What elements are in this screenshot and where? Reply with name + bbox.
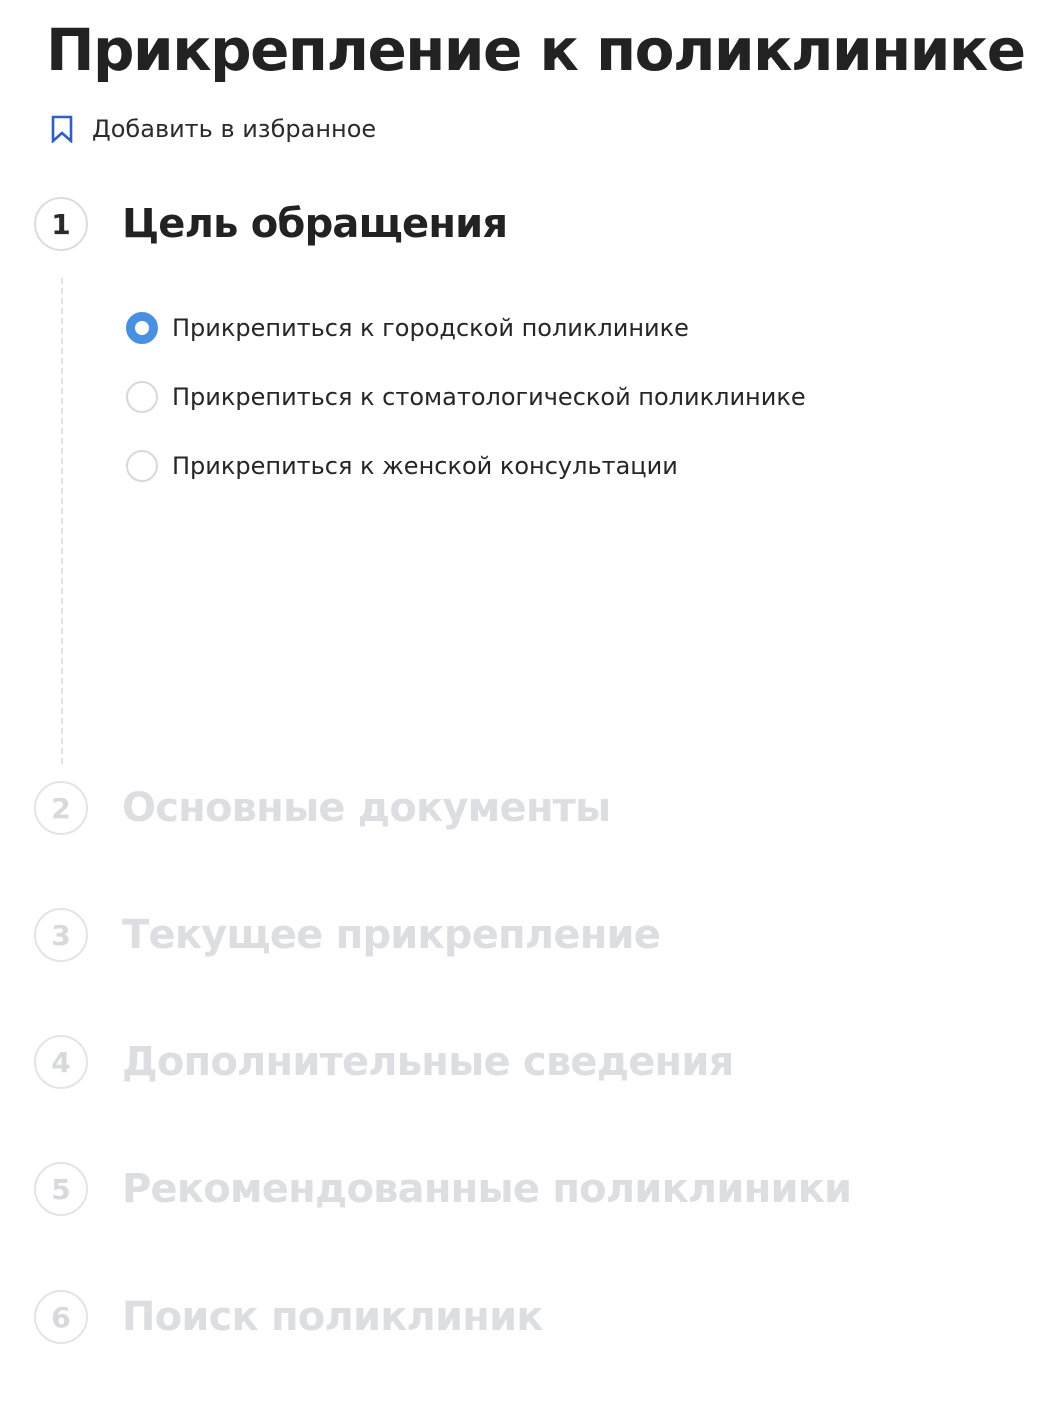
step-4-header: 4 Дополнительные сведения xyxy=(34,1035,734,1089)
add-to-favorites-link[interactable]: Добавить в избранное xyxy=(48,112,376,146)
step-title: Текущее прикрепление xyxy=(122,912,661,958)
step-number-badge: 5 xyxy=(34,1162,88,1216)
step-1-header: 1 Цель обращения xyxy=(34,197,508,251)
step-6-header: 6 Поиск поликлиник xyxy=(34,1290,544,1344)
step-number-badge: 6 xyxy=(34,1290,88,1344)
step-title: Цель обращения xyxy=(122,201,508,247)
radio-option-city-clinic[interactable]: Прикрепиться к городской поликлинике xyxy=(126,308,806,348)
page-title: Прикрепление к поликлинике xyxy=(46,16,1026,84)
step-5-header: 5 Рекомендованные поликлиники xyxy=(34,1162,852,1216)
radio-button-selected[interactable] xyxy=(126,312,158,344)
radio-label: Прикрепиться к городской поликлинике xyxy=(172,314,689,342)
radio-option-womens-clinic[interactable]: Прикрепиться к женской консультации xyxy=(126,446,806,486)
step-title: Дополнительные сведения xyxy=(122,1039,734,1085)
radio-button[interactable] xyxy=(126,450,158,482)
step-connector-line xyxy=(61,278,63,764)
step-3-header: 3 Текущее прикрепление xyxy=(34,908,661,962)
step-title: Рекомендованные поликлиники xyxy=(122,1166,852,1212)
step-number-badge: 3 xyxy=(34,908,88,962)
step-title: Основные документы xyxy=(122,785,611,831)
step-number-badge: 4 xyxy=(34,1035,88,1089)
radio-option-dental-clinic[interactable]: Прикрепиться к стоматологической поликли… xyxy=(126,377,806,417)
step-number-badge: 1 xyxy=(34,197,88,251)
step-2-header: 2 Основные документы xyxy=(34,781,611,835)
step-title: Поиск поликлиник xyxy=(122,1294,544,1340)
radio-label: Прикрепиться к стоматологической поликли… xyxy=(172,383,806,411)
bookmark-icon xyxy=(48,112,76,146)
purpose-radio-group: Прикрепиться к городской поликлинике При… xyxy=(126,308,806,515)
step-number-badge: 2 xyxy=(34,781,88,835)
radio-label: Прикрепиться к женской консультации xyxy=(172,452,678,480)
radio-button[interactable] xyxy=(126,381,158,413)
add-to-favorites-label: Добавить в избранное xyxy=(92,115,377,143)
